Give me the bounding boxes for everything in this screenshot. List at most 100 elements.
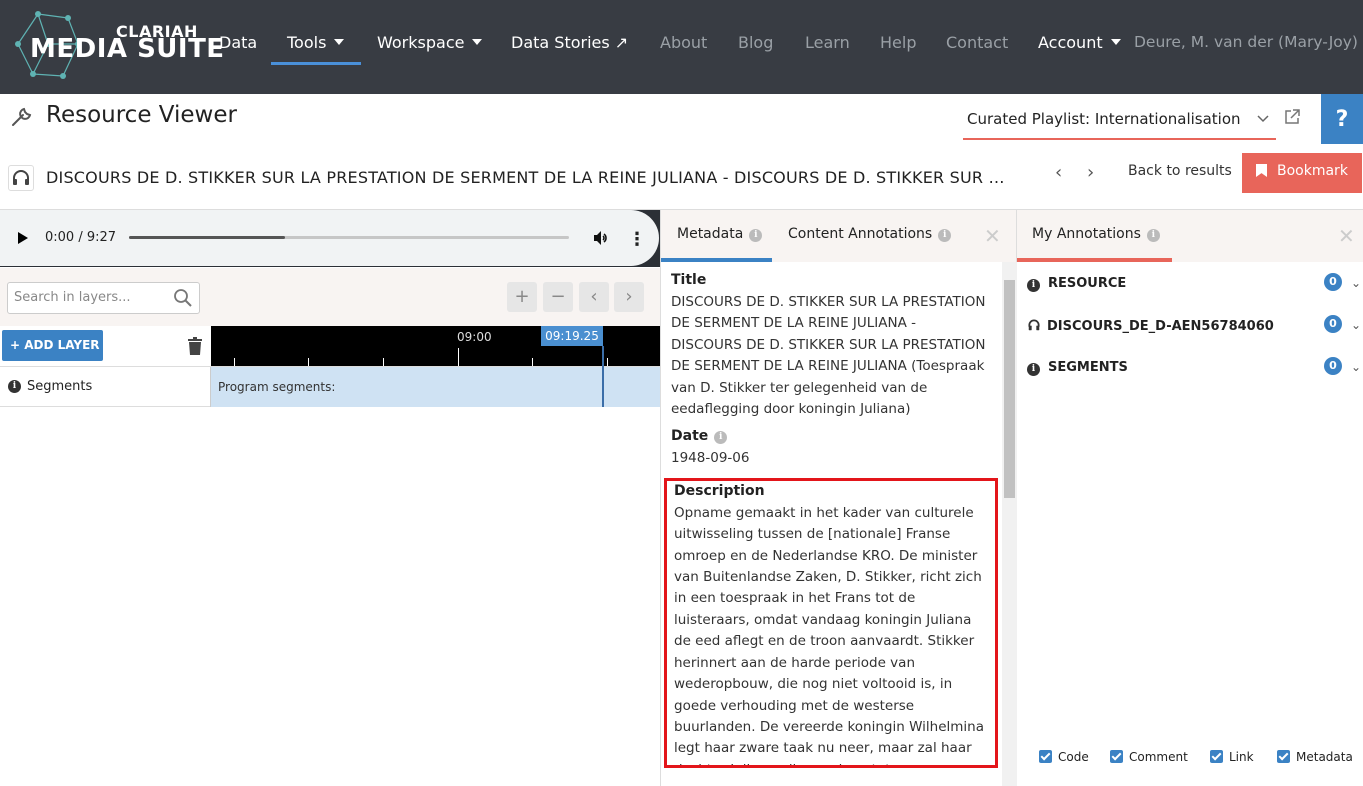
annotation-row-resource[interactable]: i RESOURCE [1027, 276, 1126, 292]
scroll-right-button[interactable]: › [614, 282, 644, 312]
description-value: Opname gemaakt in het kader van culturel… [674, 504, 984, 765]
date-value: 1948-09-06 [671, 450, 750, 467]
more-options-icon[interactable]: ⋮ [628, 229, 646, 250]
tab-content-annotations-label: Content Annotations [788, 226, 933, 242]
trash-icon[interactable] [187, 337, 203, 355]
external-link-icon[interactable] [1283, 108, 1301, 126]
title-value: DISCOURS DE D. STIKKER SUR LA PRESTATION… [671, 294, 986, 418]
headphones-icon [8, 165, 34, 191]
layer-track[interactable]: Program segments: [211, 367, 660, 407]
info-icon: i [749, 229, 763, 242]
filter-code-checkbox[interactable]: Code [1039, 750, 1089, 764]
date-label-text: Date [671, 428, 709, 445]
close-icon[interactable]: ✕ [984, 224, 1001, 248]
nav-blog[interactable]: Blog [738, 33, 773, 52]
volume-icon[interactable] [592, 229, 610, 247]
next-resource-button[interactable]: › [1087, 162, 1094, 183]
nav-help[interactable]: Help [880, 33, 916, 52]
chevron-down-icon[interactable]: ⌄ [1351, 276, 1361, 290]
info-icon: i [1027, 279, 1040, 292]
help-button[interactable]: ? [1321, 94, 1363, 144]
search-icon[interactable] [173, 288, 193, 308]
user-name[interactable]: Deure, M. van der (Mary-Joy) [1134, 33, 1358, 51]
info-icon: i [714, 431, 728, 445]
bookmark-button[interactable]: Bookmark [1242, 153, 1362, 193]
annotations-tabbar: My Annotations i ✕ [1017, 210, 1363, 262]
metadata-tabbar: Metadata i Content Annotations i ✕ [661, 210, 1016, 262]
caret-down-icon [472, 39, 483, 45]
info-icon: i [8, 380, 21, 393]
checkbox-checked-icon [1277, 750, 1290, 763]
nav-learn[interactable]: Learn [805, 33, 850, 52]
wrench-icon [12, 107, 32, 126]
nav-tools[interactable]: Tools [287, 33, 345, 52]
description-label: Description [674, 482, 765, 499]
close-icon[interactable]: ✕ [1338, 224, 1355, 248]
nav-about[interactable]: About [660, 33, 707, 52]
previous-resource-button[interactable]: ‹ [1055, 162, 1062, 183]
layer-toolbar: Search in layers... + − ‹ › [0, 268, 660, 326]
layer-name: i Segments [0, 367, 211, 407]
layer-name-label: Segments [27, 379, 93, 394]
annotation-row-media[interactable]: DISCOURS_DE_D-AEN56784060 [1027, 318, 1274, 334]
seek-bar-progress [129, 236, 286, 239]
playlist-select[interactable]: Curated Playlist: Internationalisation [963, 102, 1276, 140]
chevron-down-icon[interactable]: ⌄ [1351, 360, 1361, 374]
annotation-filters: Code Comment Link Metadata [1017, 742, 1363, 786]
filter-label: Code [1058, 750, 1089, 764]
resource-title: DISCOURS DE D. STIKKER SUR LA PRESTATION… [46, 168, 1006, 187]
caret-down-icon [334, 39, 345, 45]
info-icon: i [938, 229, 952, 242]
timeline-ruler[interactable]: 09:00 09:19.25 [211, 326, 660, 366]
nav-data-stories[interactable]: Data Stories ↗ [511, 33, 628, 52]
bookmark-icon [1256, 164, 1267, 177]
add-layer-button[interactable]: + ADD LAYER [2, 330, 103, 361]
chevron-down-icon[interactable]: ⌄ [1351, 318, 1361, 332]
playback-time: 0:00 / 9:27 [45, 230, 117, 245]
page-title: Resource Viewer [46, 102, 237, 128]
tab-content-annotations[interactable]: Content Annotations i [788, 226, 952, 242]
zoom-out-button[interactable]: − [543, 282, 573, 312]
headphones-icon [1028, 319, 1040, 331]
logo-line2: MEDIA SUITE [30, 34, 225, 64]
scrollbar-thumb[interactable] [1004, 280, 1015, 498]
resource-viewer-header: Resource Viewer Curated Playlist: Intern… [0, 94, 1363, 144]
timeline-label: 09:00 [457, 330, 492, 344]
back-to-results-link[interactable]: Back to results [1128, 163, 1232, 179]
title-label: Title [671, 272, 707, 288]
tab-my-annotations[interactable]: My Annotations i [1032, 226, 1160, 242]
filter-comment-checkbox[interactable]: Comment [1110, 750, 1188, 764]
filter-metadata-checkbox[interactable]: Metadata [1277, 750, 1353, 764]
seek-bar[interactable] [129, 236, 569, 239]
active-tab-indicator [1017, 258, 1172, 262]
nav-account[interactable]: Account [1038, 33, 1121, 52]
tab-metadata-label: Metadata [677, 226, 744, 242]
metadata-scrollbar[interactable] [1002, 262, 1017, 786]
scroll-left-button[interactable]: ‹ [579, 282, 609, 312]
checkbox-checked-icon [1210, 750, 1223, 763]
tab-metadata[interactable]: Metadata i [677, 226, 763, 242]
filter-link-checkbox[interactable]: Link [1210, 750, 1254, 764]
layer-row[interactable]: i Segments Program segments: [0, 366, 660, 407]
layer-search-placeholder: Search in layers... [14, 290, 131, 305]
nav-workspace[interactable]: Workspace [377, 33, 483, 52]
layer-search-input[interactable]: Search in layers... [7, 282, 200, 314]
count-badge: 0 [1324, 315, 1342, 333]
annotation-row-label: DISCOURS_DE_D-AEN56784060 [1047, 319, 1274, 334]
nav-tools-label: Tools [287, 33, 327, 52]
date-label: Date i [671, 428, 991, 445]
playhead[interactable] [602, 346, 604, 407]
nav-data[interactable]: Data [219, 33, 257, 52]
annotation-row-segments[interactable]: i SEGMENTS [1027, 360, 1128, 376]
tab-my-annotations-label: My Annotations [1032, 226, 1141, 242]
annotation-row-label: RESOURCE [1048, 276, 1127, 291]
annotations-panel: My Annotations i ✕ i RESOURCE 0 ⌄ DISCOURS… [1017, 210, 1363, 786]
zoom-in-button[interactable]: + [507, 282, 537, 312]
nav-contact[interactable]: Contact [946, 33, 1008, 52]
count-badge: 0 [1324, 357, 1342, 375]
nav-workspace-label: Workspace [377, 33, 465, 52]
media-suite-logo[interactable]: CLARIAH MEDIA SUITE [8, 4, 224, 84]
play-icon[interactable] [18, 232, 28, 244]
audio-player: 0:00 / 9:27 ⋮ [0, 210, 660, 267]
resource-title-bar: DISCOURS DE D. STIKKER SUR LA PRESTATION… [0, 144, 1363, 210]
